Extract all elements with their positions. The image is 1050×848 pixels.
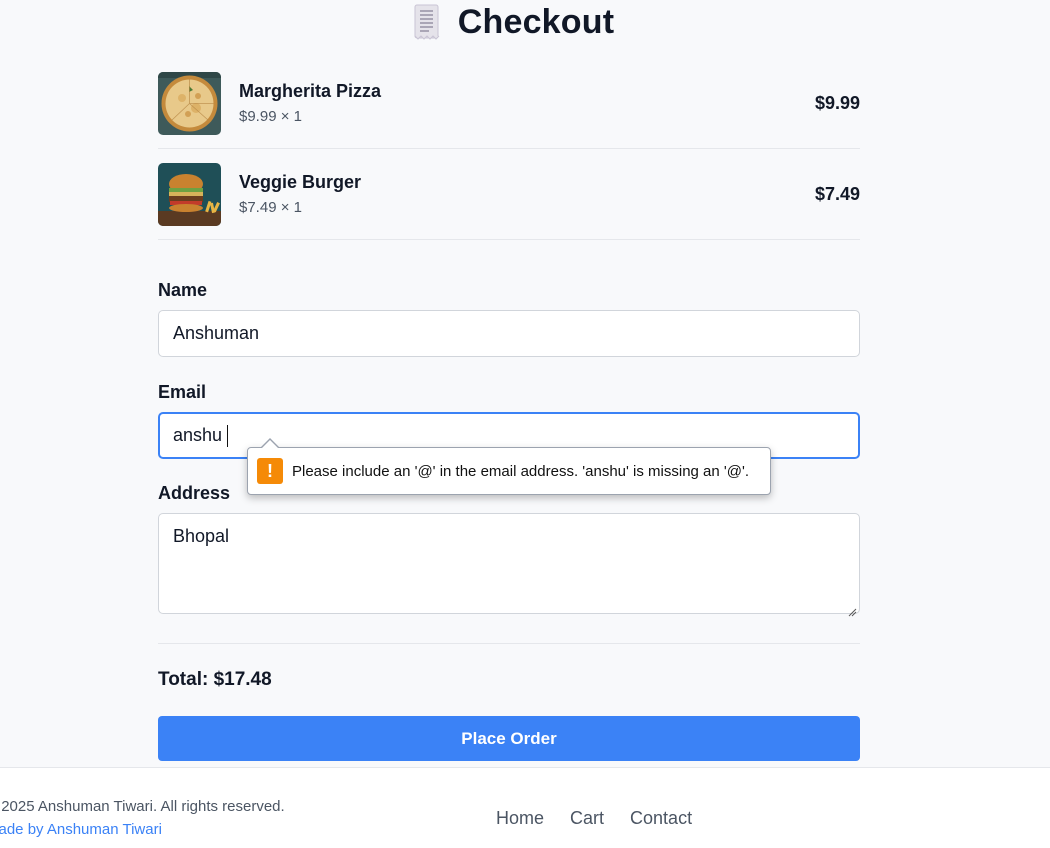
footer-copyright: © 2025 Anshuman Tiwari. All rights reser… [0, 798, 285, 815]
summary-divider [158, 643, 860, 644]
cart-item-name: Margherita Pizza [239, 81, 382, 101]
footer-link-cart[interactable]: Cart [570, 808, 604, 829]
validation-message: Please include an '@' in the email addre… [292, 462, 750, 480]
cart-item-name: Veggie Burger [239, 172, 362, 192]
email-label: Email [158, 382, 207, 402]
name-input-value: Anshuman [173, 323, 260, 343]
cart-item: Margherita Pizza $9.99 × 1 $9.99 [158, 58, 860, 149]
warning-icon: ! [257, 458, 283, 484]
address-textarea-value: Bhopal [173, 526, 230, 546]
email-input-value: anshu [173, 425, 223, 445]
footer-link-home[interactable]: Home [496, 808, 544, 829]
footer-link-contact[interactable]: Contact [630, 808, 692, 829]
pizza-image [158, 71, 221, 135]
footer-author-link[interactable]: Made by Anshuman Tiwari [0, 821, 162, 838]
page-header: Checkout [0, 2, 1026, 42]
resize-handle-icon[interactable] [847, 601, 857, 617]
address-textarea[interactable]: Bhopal [158, 513, 860, 617]
footer: © 2025 Anshuman Tiwari. All rights reser… [0, 767, 1050, 848]
cart-item: Veggie Burger $7.49 × 1 $7.49 [158, 149, 860, 240]
text-caret [227, 424, 229, 447]
page-title: Checkout [457, 2, 615, 41]
email-validation-tooltip: ! Please include an '@' in the email add… [247, 438, 771, 495]
cart-item-info: Margherita Pizza $9.99 × 1 [239, 81, 815, 125]
footer-nav: Home Cart Contact [496, 808, 692, 829]
cart-item-quantity: $9.99 × 1 [239, 108, 302, 125]
burger-image [158, 162, 221, 226]
order-total: Total: $17.48 [158, 669, 272, 690]
cart-item-info: Veggie Burger $7.49 × 1 [239, 172, 815, 216]
cart-item-price: $9.99 [814, 92, 860, 113]
name-input[interactable]: Anshuman [158, 310, 860, 357]
receipt-icon [412, 4, 442, 40]
checkout-container: Margherita Pizza $9.99 × 1 $9.99 Veggie … [158, 58, 860, 761]
name-label: Name [158, 280, 208, 300]
cart-item-price: $7.49 [814, 183, 860, 204]
cart-item-quantity: $7.49 × 1 [239, 199, 302, 216]
place-order-button[interactable]: Place Order [158, 716, 860, 761]
